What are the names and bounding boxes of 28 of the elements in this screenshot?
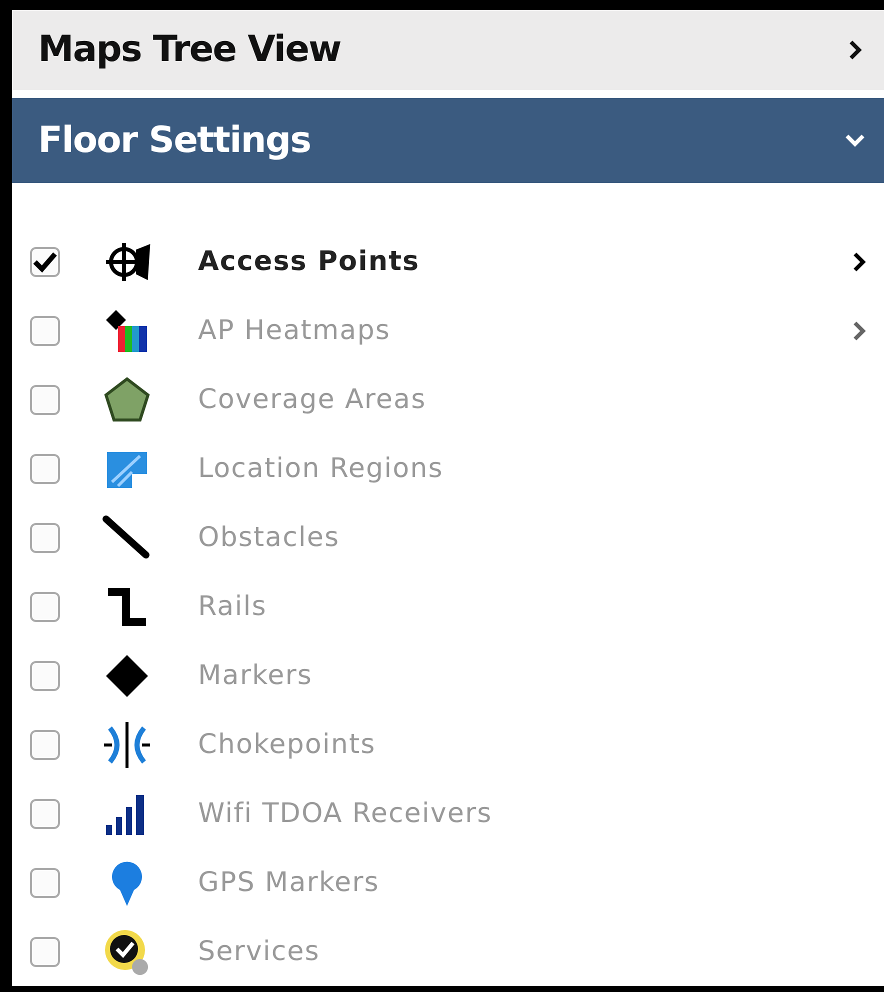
checkbox[interactable] (30, 384, 60, 414)
section-header[interactable]: Floor Settings (12, 98, 884, 183)
section-title: Maps Tree View (38, 29, 341, 70)
checkbox[interactable] (30, 592, 60, 622)
checkbox[interactable] (30, 454, 60, 484)
layer-label: Services (198, 936, 320, 967)
checkbox[interactable] (30, 522, 60, 552)
layer-label: Wifi TDOA Receivers (198, 798, 492, 829)
section-header[interactable]: Maps Tree View (12, 10, 884, 90)
layer-label: Location Regions (198, 453, 444, 484)
checkbox[interactable] (30, 798, 60, 828)
layer-label: AP Heatmaps (198, 315, 390, 346)
layer-label: Coverage Areas (198, 384, 426, 415)
layer-label: GPS Markers (198, 867, 380, 898)
layer-label: Chokepoints (198, 729, 376, 760)
layer-label: Obstacles (198, 522, 340, 553)
checkbox[interactable] (30, 868, 60, 898)
chokepoint-icon (102, 720, 152, 770)
layer-label: Rails (198, 591, 267, 622)
layer-label: Access Points (198, 246, 420, 277)
checkbox[interactable] (30, 936, 60, 966)
pentagon-icon (102, 374, 152, 424)
checkbox[interactable] (30, 660, 60, 690)
checkbox[interactable] (30, 730, 60, 760)
checkbox[interactable] (30, 316, 60, 346)
section-title: Floor Settings (38, 120, 311, 161)
checkbox[interactable] (30, 246, 60, 276)
layer-label: Markers (198, 660, 312, 691)
